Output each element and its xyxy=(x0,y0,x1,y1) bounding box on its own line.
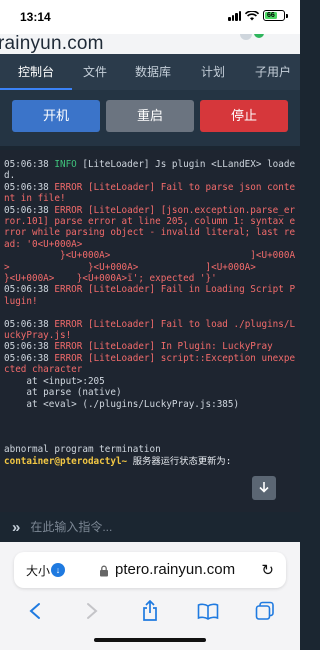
wifi-icon xyxy=(245,10,259,21)
bookmarks-button[interactable] xyxy=(193,596,223,626)
restart-button[interactable]: 重启 xyxy=(106,100,194,132)
log-timestamp: 05:06:38 xyxy=(4,181,55,193)
server-tabs: 控制台 文件 数据库 计划 子用户 xyxy=(0,54,300,90)
log-timestamp: 05:06:38 xyxy=(4,204,55,216)
log-level: ERROR xyxy=(54,341,83,353)
console-line: 05:06:38 ERROR [LiteLoader] In Plugin: L… xyxy=(4,341,296,352)
console-prompt-line: container@pterodactyl~ 服务器运行状态更新为: xyxy=(4,456,296,467)
log-level: ERROR xyxy=(54,352,83,364)
tab-console[interactable]: 控制台 xyxy=(0,54,72,90)
download-badge-icon[interactable]: ↓ xyxy=(51,563,65,577)
tabs-button[interactable] xyxy=(250,596,280,626)
home-indicator xyxy=(94,638,206,642)
arrow-down-icon xyxy=(259,482,269,493)
battery-icon: 66 xyxy=(263,10,288,21)
ios-status-bar: 13:14 66 xyxy=(0,0,300,34)
console-line: 05:06:38 ERROR [LiteLoader] Fail to pars… xyxy=(4,182,296,205)
log-timestamp: 05:06:38 xyxy=(4,159,55,170)
site-header: rainyun.com xyxy=(0,34,300,54)
header-avatar[interactable] xyxy=(240,34,252,40)
back-button[interactable] xyxy=(20,596,50,626)
browser-toolbar xyxy=(0,594,300,628)
console-line: at <input>:205 xyxy=(4,375,105,387)
console-line: 05:06:38 ERROR [LiteLoader] Fail in Load… xyxy=(4,284,296,307)
console-line: 05:06:38 ERROR [LiteLoader] Fail to load… xyxy=(4,319,296,342)
power-controls: 开机 重启 停止 xyxy=(0,90,300,146)
start-button[interactable]: 开机 xyxy=(12,100,100,132)
lock-icon xyxy=(99,564,109,582)
console-line: at <eval> (./plugins/LuckyPray.js:385) xyxy=(4,398,240,410)
share-icon xyxy=(143,600,157,621)
share-button[interactable] xyxy=(135,596,165,626)
chevron-right-double-icon: » xyxy=(12,518,21,536)
console-output[interactable]: 05:06:38 INFO [LiteLoader] Js plugin <LL… xyxy=(0,150,300,512)
prompt-user: container@pterodactyl~ xyxy=(4,455,128,467)
forward-button[interactable] xyxy=(77,596,107,626)
log-timestamp: 05:06:38 xyxy=(4,341,55,353)
command-bar: » xyxy=(0,512,300,542)
chevron-right-icon xyxy=(87,603,98,619)
status-time: 13:14 xyxy=(20,10,51,24)
log-level: INFO xyxy=(54,159,77,170)
address-bar[interactable]: 大小 ↓ ptero.rainyun.com ↻ xyxy=(14,552,286,588)
text-size-button[interactable]: 大小 xyxy=(26,562,50,579)
chevron-left-icon xyxy=(29,603,40,619)
log-timestamp: 05:06:38 xyxy=(4,352,55,364)
tab-files[interactable]: 文件 xyxy=(72,54,118,90)
console-line: 05:06:38 INFO [LiteLoader] Js plugin <LL… xyxy=(4,159,296,182)
log-message: [LiteLoader] In Plugin: LuckyPray xyxy=(82,341,273,353)
url-text[interactable]: ptero.rainyun.com xyxy=(115,561,235,578)
console-line: 05:06:38 ERROR [LiteLoader] [json.except… xyxy=(4,205,296,251)
console-line: }<U+000A> ]<U+000A> }<U+000A> ]<U+000A> … xyxy=(4,250,300,285)
site-brand[interactable]: rainyun.com xyxy=(0,34,104,54)
console-line: abnormal program termination xyxy=(4,444,161,456)
tab-schedule[interactable]: 计划 xyxy=(188,54,238,90)
cellular-signal-icon xyxy=(228,10,241,21)
console-line: at parse (native) xyxy=(4,387,122,399)
console-log: 05:06:38 INFO [LiteLoader] Js plugin <LL… xyxy=(4,159,300,456)
log-timestamp: 05:06:38 xyxy=(4,284,55,296)
book-icon xyxy=(197,603,218,620)
tab-subusers[interactable]: 子用户 xyxy=(238,54,300,90)
command-input[interactable] xyxy=(30,520,271,534)
header-status-dot xyxy=(254,34,264,38)
log-timestamp: 05:06:38 xyxy=(4,318,55,330)
log-level: ERROR xyxy=(54,181,83,193)
log-level: ERROR xyxy=(54,284,83,296)
log-level: ERROR xyxy=(54,318,83,330)
scroll-to-bottom-button[interactable] xyxy=(252,476,276,500)
tab-database[interactable]: 数据库 xyxy=(118,54,188,90)
stop-button[interactable]: 停止 xyxy=(200,100,288,132)
status-icons: 66 xyxy=(228,10,288,21)
battery-level: 66 xyxy=(265,12,277,19)
console-line: 05:06:38 ERROR [LiteLoader] script::Exce… xyxy=(4,353,296,376)
browser-chrome: 大小 ↓ ptero.rainyun.com ↻ xyxy=(0,542,300,650)
prompt-status: 服务器运行状态更新为: xyxy=(127,455,232,467)
tabs-icon xyxy=(255,601,274,620)
reload-icon[interactable]: ↻ xyxy=(261,561,274,579)
log-level: ERROR xyxy=(54,204,83,216)
